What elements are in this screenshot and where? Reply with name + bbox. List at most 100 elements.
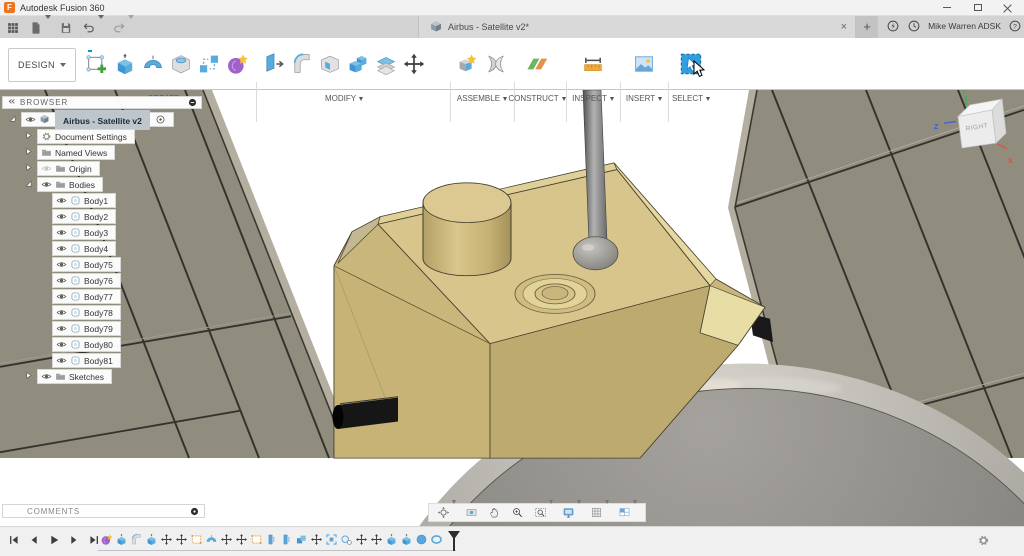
group-modify-label[interactable]: MODIFY xyxy=(262,94,426,103)
ribbon-tab[interactable] xyxy=(126,38,130,52)
create-sketch-icon[interactable] xyxy=(85,52,109,76)
expand-triangle-icon[interactable] xyxy=(24,179,35,190)
browser-row-body[interactable]: Body2 xyxy=(52,209,117,224)
mirror-icon[interactable] xyxy=(340,533,353,546)
move-icon[interactable] xyxy=(370,533,383,546)
sketch-icon[interactable] xyxy=(250,533,263,546)
extrude-icon[interactable] xyxy=(385,533,398,546)
insert-image-icon[interactable] xyxy=(632,52,656,76)
move-icon[interactable] xyxy=(310,533,323,546)
close-button[interactable] xyxy=(992,0,1022,15)
form-icon[interactable] xyxy=(100,533,113,546)
fillet-icon[interactable] xyxy=(290,52,314,76)
extrude-icon[interactable] xyxy=(115,533,128,546)
visibility-eye-icon[interactable] xyxy=(56,323,67,334)
new-document-tab-button[interactable]: + xyxy=(856,16,878,38)
fillet-icon[interactable] xyxy=(130,533,143,546)
combine-tl-icon[interactable] xyxy=(295,533,308,546)
quick-access-button[interactable] xyxy=(6,21,21,35)
new-component-icon[interactable] xyxy=(456,52,480,76)
nav-tool[interactable] xyxy=(462,506,482,519)
form-icon[interactable] xyxy=(225,52,249,76)
pattern-tl-icon[interactable] xyxy=(325,533,338,546)
joint-icon[interactable] xyxy=(484,52,508,76)
move-icon[interactable] xyxy=(235,533,248,546)
visibility-eye-icon[interactable] xyxy=(41,371,52,382)
visibility-eye-icon[interactable] xyxy=(56,275,67,286)
activate-component-icon[interactable] xyxy=(155,114,166,125)
offset-face-icon[interactable] xyxy=(374,52,398,76)
expand-triangle-icon[interactable] xyxy=(24,131,35,142)
extrude-icon[interactable] xyxy=(400,533,413,546)
visibility-eye-icon[interactable] xyxy=(56,355,67,366)
browser-root-row[interactable]: Airbus - Satellite v2 xyxy=(8,109,174,130)
quick-access-button[interactable] xyxy=(59,21,74,35)
move-icon[interactable] xyxy=(175,533,188,546)
quick-access-button[interactable] xyxy=(112,15,134,37)
browser-row-bodies[interactable]: Bodies xyxy=(24,177,103,192)
nav-tool[interactable] xyxy=(434,499,459,522)
hole-icon[interactable] xyxy=(169,52,193,76)
quick-access-button[interactable] xyxy=(82,15,104,37)
press-pull-icon[interactable] xyxy=(262,52,286,76)
torus-icon[interactable] xyxy=(430,533,443,546)
document-tab-close-icon[interactable]: × xyxy=(841,17,847,37)
expand-triangle-icon[interactable] xyxy=(24,163,35,174)
document-tab[interactable]: Airbus - Satellite v2* × xyxy=(418,16,856,38)
step-back-icon[interactable] xyxy=(28,534,40,546)
visibility-eye-icon[interactable] xyxy=(25,114,36,125)
browser-row-body[interactable]: Body3 xyxy=(52,225,117,240)
browser-row-body[interactable]: Body81 xyxy=(52,353,121,368)
measure-icon[interactable] xyxy=(581,52,605,76)
visibility-eye-icon[interactable] xyxy=(56,211,67,222)
move-icon[interactable] xyxy=(220,533,233,546)
collapse-panel-icon[interactable] xyxy=(6,97,17,108)
combine-icon[interactable] xyxy=(346,52,370,76)
group-inspect-label[interactable]: INSPECT xyxy=(572,94,614,103)
visibility-eye-icon[interactable] xyxy=(56,339,67,350)
visibility-eye-icon[interactable] xyxy=(56,307,67,318)
visibility-eye-icon[interactable] xyxy=(56,291,67,302)
sketch-icon[interactable] xyxy=(190,533,203,546)
top-cylinder[interactable] xyxy=(422,182,512,277)
ribbon-tab[interactable] xyxy=(88,38,92,52)
expand-triangle-icon[interactable] xyxy=(24,371,35,382)
move-icon[interactable] xyxy=(355,533,368,546)
skip-end-icon[interactable] xyxy=(88,534,100,546)
comments-target-icon[interactable] xyxy=(189,506,200,517)
thicken-icon[interactable] xyxy=(265,533,278,546)
notifications-icon[interactable] xyxy=(907,19,921,33)
nav-tool[interactable] xyxy=(531,499,556,522)
nav-tool[interactable] xyxy=(508,506,528,519)
visibility-eye-icon[interactable] xyxy=(41,179,52,190)
browser-row-body[interactable]: Body78 xyxy=(52,305,121,320)
browser-row-body[interactable]: Body80 xyxy=(52,337,121,352)
pattern-icon[interactable] xyxy=(197,52,221,76)
extrude-icon[interactable] xyxy=(113,52,137,76)
construct-plane-icon[interactable] xyxy=(525,52,549,76)
quick-access-button[interactable] xyxy=(29,15,51,37)
browser-row-body[interactable]: Body77 xyxy=(52,289,121,304)
browser-row-origin[interactable]: Origin xyxy=(24,161,100,176)
extrude-icon[interactable] xyxy=(145,533,158,546)
workspace-selector[interactable]: DESIGN xyxy=(8,48,76,82)
nav-tool[interactable] xyxy=(587,499,612,522)
ribbon-tab[interactable] xyxy=(202,38,206,52)
browser-row-body[interactable]: Body79 xyxy=(52,321,121,336)
skip-start-icon[interactable] xyxy=(8,534,20,546)
account-user-name[interactable]: Mike Warren ADSK xyxy=(928,21,1001,31)
browser-row-body[interactable]: Body4 xyxy=(52,241,117,256)
minimize-button[interactable] xyxy=(932,0,962,15)
visibility-eye-icon[interactable] xyxy=(56,195,67,206)
browser-header[interactable]: BROWSER xyxy=(2,96,202,109)
nav-tool[interactable] xyxy=(559,499,584,522)
play-icon[interactable] xyxy=(48,534,60,546)
comments-bar[interactable]: COMMENTS xyxy=(2,504,205,518)
help-icon[interactable]: ? xyxy=(1008,19,1022,33)
revolve-icon[interactable] xyxy=(141,52,165,76)
expand-triangle-icon[interactable] xyxy=(24,147,35,158)
nav-tool[interactable] xyxy=(615,499,640,522)
expand-triangle-icon[interactable] xyxy=(8,114,19,125)
group-select-label[interactable]: SELECT xyxy=(672,94,711,103)
visibility-eye-icon[interactable] xyxy=(56,227,67,238)
